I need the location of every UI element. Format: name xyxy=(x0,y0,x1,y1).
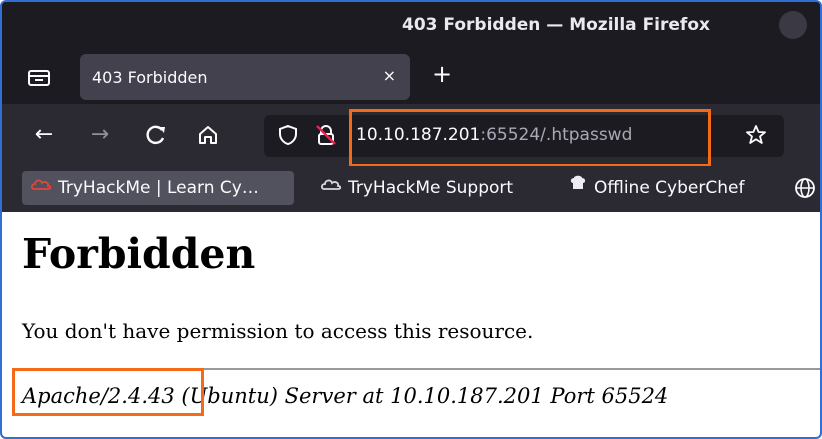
tab-403-forbidden[interactable]: 403 Forbidden × xyxy=(80,54,410,100)
tab-close-icon[interactable]: × xyxy=(383,66,396,85)
page-title: Forbidden xyxy=(22,230,256,278)
tab-list-icon[interactable] xyxy=(24,63,54,93)
reload-button[interactable] xyxy=(142,121,170,149)
title-bar: 403 Forbidden — Mozilla Firefox xyxy=(2,2,820,50)
bookmarks-toolbar: TryHackMe | Learn Cy… TryHackMe Support … xyxy=(2,166,820,212)
bookmark-label: TryHackMe | Learn Cy… xyxy=(58,178,259,198)
tab-strip: 403 Forbidden × + xyxy=(2,50,820,104)
browser-window: 403 Forbidden — Mozilla Firefox 403 Forb… xyxy=(0,0,822,439)
globe-icon[interactable] xyxy=(794,171,816,205)
tab-label: 403 Forbidden xyxy=(92,68,208,87)
back-button[interactable]: ← xyxy=(30,121,58,149)
bookmark-tryhackme-support[interactable]: TryHackMe Support xyxy=(320,171,513,205)
new-tab-button[interactable]: + xyxy=(432,62,452,86)
bookmark-offline-cyberchef[interactable]: Offline CyberChef xyxy=(568,171,744,205)
shield-icon[interactable] xyxy=(276,123,300,147)
window-control[interactable] xyxy=(776,8,810,42)
cloud-icon xyxy=(320,171,342,205)
bookmark-label: TryHackMe Support xyxy=(348,178,514,198)
tryhackme-icon xyxy=(30,171,52,205)
bookmark-star-icon[interactable] xyxy=(744,123,768,147)
bookmark-tryhackme[interactable]: TryHackMe | Learn Cy… xyxy=(22,171,294,205)
home-button[interactable] xyxy=(194,121,222,149)
version-highlight-box xyxy=(12,368,204,416)
error-message: You don't have permission to access this… xyxy=(22,319,534,343)
server-details: (Ubuntu) Server at 10.10.187.201 Port 65… xyxy=(174,384,669,408)
window-title: 403 Forbidden — Mozilla Firefox xyxy=(402,15,710,35)
chef-icon xyxy=(568,171,588,205)
insecure-lock-icon[interactable] xyxy=(314,123,338,147)
url-highlight-box xyxy=(349,109,711,167)
bookmark-label: Offline CyberChef xyxy=(594,178,745,198)
forward-button[interactable]: → xyxy=(86,121,114,149)
